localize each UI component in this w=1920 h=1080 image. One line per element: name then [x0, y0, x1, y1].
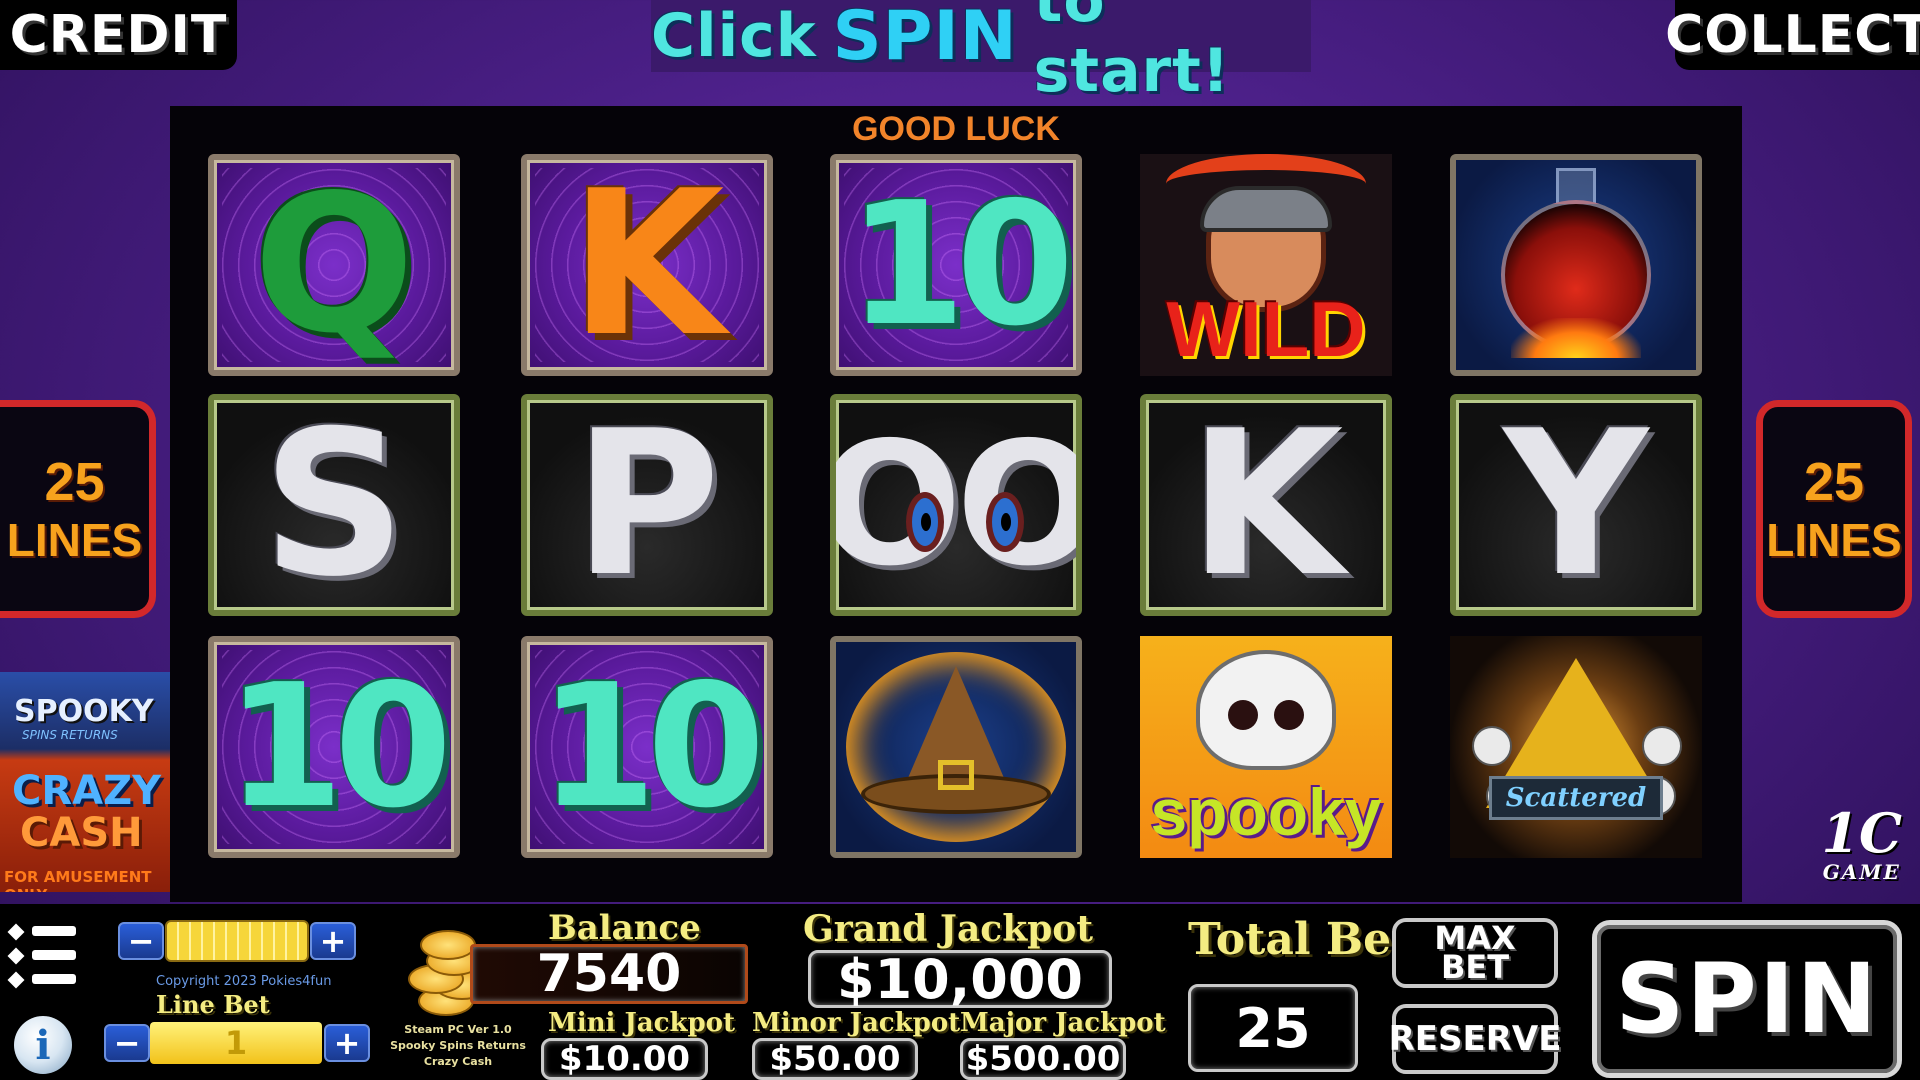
reel-cell-scatter: Scattered	[1450, 636, 1702, 858]
wild-symbol-text: WILD	[1166, 285, 1366, 373]
major-jackpot-value: $500.00	[960, 1038, 1126, 1080]
lines-word-right: LINES	[1766, 514, 1902, 566]
demon-helmet-icon	[1200, 186, 1332, 232]
symbol-ten: 10	[225, 648, 453, 846]
game-logo: SPOOKY SPINS RETURNS CRAZY CASH FOR AMUS…	[0, 672, 170, 892]
good-luck-text: GOOD LUCK	[852, 110, 1060, 148]
scatter-symbol-text: Scattered	[1488, 776, 1664, 820]
symbol-ten: 10	[847, 166, 1075, 364]
max-bet-button[interactable]: MAX BET	[1392, 918, 1558, 988]
start-banner: Click SPIN to start!	[651, 0, 1311, 106]
skull-icon	[1642, 726, 1682, 766]
spooky-symbol-text: spooky	[1150, 775, 1382, 849]
skull-icon	[1472, 726, 1512, 766]
reserve-label: RESERVE	[1388, 1018, 1562, 1059]
info-icon[interactable]: i	[14, 1016, 72, 1074]
balance-value: 7540	[470, 944, 748, 1004]
lines-panel-left: 25 LINES	[0, 400, 156, 618]
symbol-oo: OO	[830, 406, 1082, 604]
logo-title: SPOOKY	[14, 694, 154, 729]
credit-button[interactable]: CREDIT	[0, 0, 237, 70]
developer-logo: 1C GAME	[1821, 806, 1902, 884]
reel-cell-k2: K	[1140, 394, 1392, 616]
line-bet-plus-button[interactable]: +	[324, 1024, 370, 1062]
reel-cell-y: Y	[1450, 394, 1702, 616]
symbol-k-ghost: K	[1188, 394, 1344, 616]
reel-cell-witch-hat	[830, 636, 1082, 858]
logo-crazy: CRAZY	[12, 768, 162, 814]
info-label: i	[35, 1021, 51, 1069]
grand-jackpot-value: $10,000	[808, 948, 1112, 1011]
spin-button[interactable]: SPIN	[1592, 920, 1902, 1078]
minus-icon: −	[113, 1024, 141, 1062]
copyright-text: Copyright 2023 Pokies4fun	[156, 974, 332, 989]
reel-cell-s: S	[208, 394, 460, 616]
logo-amusement-notice: FOR AMUSEMENT ONLY	[4, 868, 152, 892]
reel-cell-ten: 10	[830, 154, 1082, 376]
credit-label: CREDIT	[9, 5, 228, 65]
symbol-k: K	[569, 154, 725, 376]
minor-jackpot-label: Minor Jackpot	[752, 1008, 961, 1038]
mini-jackpot-value: $10.00	[541, 1038, 708, 1080]
reserve-button[interactable]: RESERVE	[1389, 1004, 1561, 1074]
version-line: Spooky Spins Returns	[390, 1038, 526, 1052]
collect-label: COLLECT	[1665, 5, 1920, 65]
eye-icon	[986, 492, 1024, 552]
banner-text-pre: Click	[651, 1, 817, 71]
fire-icon	[1511, 318, 1641, 358]
total-bet-label: Total Bet	[1188, 914, 1412, 965]
lines-count-right: 25	[1803, 452, 1865, 512]
logo-cash: CASH	[20, 810, 143, 856]
total-bet-value: 25	[1188, 984, 1358, 1072]
reels-area: GOOD LUCK Q K 10 WILD S P OO K Y 10 10 s…	[170, 106, 1742, 902]
eye-icon	[906, 492, 944, 552]
grand-jackpot-label: Grand Jackpot	[803, 908, 1093, 950]
lines-word-left: LINES	[6, 514, 143, 566]
symbol-p: P	[573, 394, 721, 616]
reel-cell-potion	[1450, 154, 1702, 376]
reel-cell-wild: WILD	[1140, 154, 1392, 376]
max-bet-label-line2: BET	[1440, 948, 1510, 986]
reel-cell-spooky: spooky	[1140, 636, 1392, 858]
balance-label: Balance	[548, 908, 701, 948]
reel-cell-q: Q	[208, 154, 460, 376]
logo-subtitle: SPINS RETURNS	[22, 728, 118, 742]
banner-text-post: to start!	[1033, 0, 1231, 106]
reel-cell-k: K	[521, 154, 773, 376]
coin-slider[interactable]	[165, 920, 309, 962]
minus-icon: −	[127, 922, 155, 960]
line-bet-minus-button[interactable]: −	[104, 1024, 150, 1062]
collect-button[interactable]: COLLECT	[1665, 0, 1920, 70]
menu-icon[interactable]	[7, 922, 76, 989]
spin-label: SPIN	[1615, 943, 1879, 1055]
version-info: Steam PC Ver 1.0 Spooky Spins Returns Cr…	[378, 1022, 538, 1070]
symbol-q: Q	[253, 154, 415, 375]
symbol-ten: 10	[538, 648, 766, 846]
developer-logo-bottom: GAME	[1822, 860, 1901, 884]
symbol-y: Y	[1503, 394, 1649, 616]
skull-icon	[1196, 650, 1336, 770]
banner-text-spin: SPIN	[832, 0, 1018, 76]
developer-logo-top: 1C	[1821, 801, 1902, 865]
major-jackpot-label: Major Jackpot	[960, 1008, 1166, 1038]
reel-cell-ten: 10	[208, 636, 460, 858]
version-line: Steam PC Ver 1.0	[404, 1023, 512, 1036]
control-bar: i − + Copyright 2023 Pokies4fun Line Bet…	[0, 904, 1920, 1080]
reel-cell-ten: 10	[521, 636, 773, 858]
line-bet-label: Line Bet	[156, 990, 270, 1019]
version-line: Crazy Cash	[423, 1054, 493, 1068]
coin-minus-button[interactable]: −	[118, 922, 164, 960]
plus-icon: +	[333, 1024, 361, 1062]
reel-cell-p: P	[521, 394, 773, 616]
lines-count-left: 25	[44, 452, 105, 512]
plus-icon: +	[319, 922, 347, 960]
reel-cell-oo: OO	[830, 394, 1082, 616]
lines-panel-right: 25 LINES	[1756, 400, 1912, 618]
line-bet-value: 1	[150, 1022, 322, 1064]
hat-buckle-icon	[938, 760, 974, 790]
minor-jackpot-value: $50.00	[752, 1038, 918, 1080]
symbol-s: S	[261, 394, 407, 616]
coin-plus-button[interactable]: +	[310, 922, 356, 960]
mini-jackpot-label: Mini Jackpot	[548, 1008, 736, 1038]
